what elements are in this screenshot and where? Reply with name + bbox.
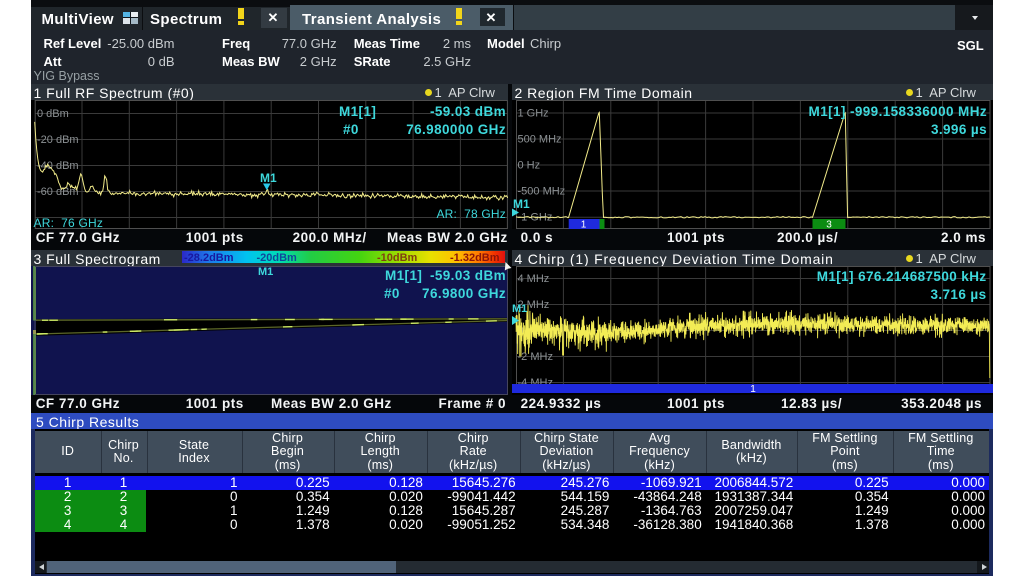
svg-text:0 dBm: 0 dBm bbox=[37, 108, 69, 120]
svg-text:3: 3 bbox=[826, 220, 832, 230]
svg-text:4 MHz: 4 MHz bbox=[518, 273, 550, 285]
svg-text:1: 1 bbox=[581, 220, 587, 230]
svg-text:-500 MHz: -500 MHz bbox=[518, 186, 566, 198]
svg-text:-20 dBm: -20 dBm bbox=[37, 134, 79, 146]
svg-text:500 MHz: 500 MHz bbox=[518, 134, 562, 146]
svg-text:1: 1 bbox=[750, 384, 756, 395]
svg-text:1 GHz: 1 GHz bbox=[518, 108, 549, 120]
svg-text:0 Hz: 0 Hz bbox=[518, 160, 541, 172]
svg-text:-2 MHz: -2 MHz bbox=[518, 351, 553, 363]
svg-text:M1: M1 bbox=[512, 303, 527, 315]
